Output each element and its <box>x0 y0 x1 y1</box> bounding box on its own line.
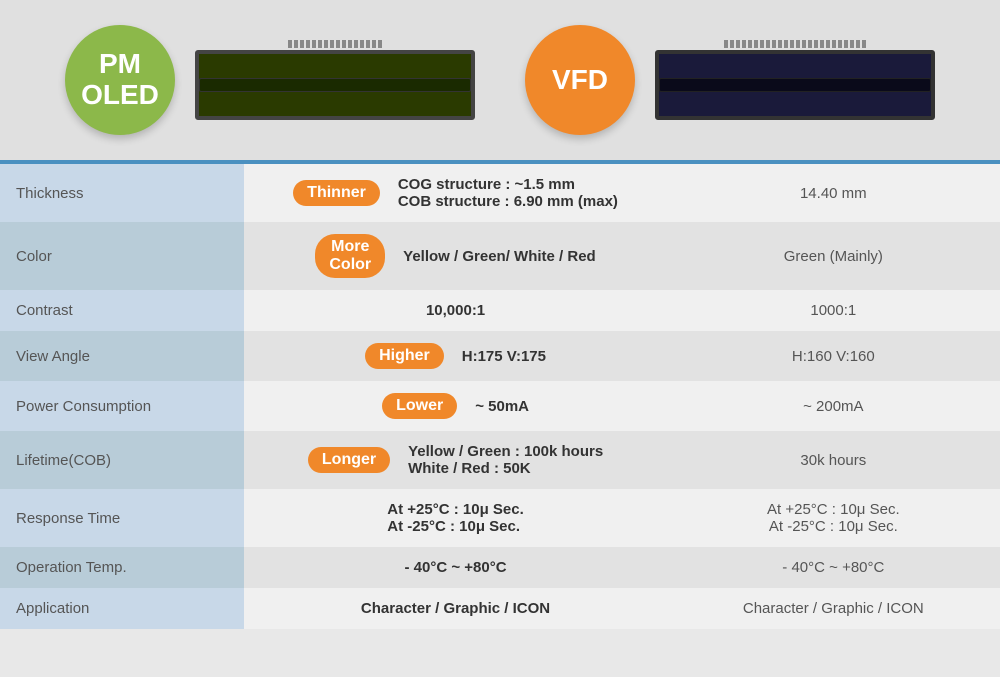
oled-module <box>195 50 475 120</box>
pm-oled-badge: PMOLED <box>65 25 175 135</box>
advantage-badge-4: Lower <box>382 393 457 419</box>
feature-cell-7: Operation Temp. <box>0 547 244 588</box>
feature-cell-3: View Angle <box>0 331 244 381</box>
feature-cell-6: Response Time <box>0 489 244 547</box>
vfd-value-cell-5: 30k hours <box>667 431 1000 489</box>
oled-value-text-6: At +25°C : 10μ Sec. At -25°C : 10μ Sec. <box>387 501 524 535</box>
header-section: PMOLED VFD <box>0 0 1000 160</box>
vfd-value-cell-4: ~ 200mA <box>667 381 1000 431</box>
vfd-section: VFD <box>525 25 935 135</box>
vfd-value-cell-2: 1000:1 <box>667 290 1000 331</box>
oled-value-cell-1: More Color Yellow / Green/ White / Red <box>244 222 666 290</box>
vfd-top-pins <box>724 40 866 48</box>
oled-value-text-2: 10,000:1 <box>426 302 485 319</box>
oled-value-cell-2: 10,000:1 <box>244 290 666 331</box>
oled-top-pins <box>288 40 382 48</box>
oled-value-text-1: Yellow / Green/ White / Red <box>403 248 596 265</box>
oled-value-text-3: H:175 V:175 <box>462 348 546 365</box>
vfd-module-wrapper <box>655 40 935 120</box>
advantage-badge-3: Higher <box>365 343 444 369</box>
feature-cell-2: Contrast <box>0 290 244 331</box>
oled-value-cell-5: Longer Yellow / Green : 100k hours White … <box>244 431 666 489</box>
oled-value-cell-0: Thinner COG structure : ~1.5 mm COB struc… <box>244 164 666 222</box>
vfd-module <box>655 50 935 120</box>
feature-cell-5: Lifetime(COB) <box>0 431 244 489</box>
oled-module-wrapper <box>195 40 475 120</box>
feature-cell-0: Thickness <box>0 164 244 222</box>
feature-cell-4: Power Consumption <box>0 381 244 431</box>
oled-value-text-0: COG structure : ~1.5 mm COB structure : … <box>398 176 618 210</box>
vfd-value-cell-7: - 40°C ~ +80°C <box>667 547 1000 588</box>
oled-value-cell-6: At +25°C : 10μ Sec. At -25°C : 10μ Sec. <box>244 489 666 547</box>
oled-value-cell-7: - 40°C ~ +80°C <box>244 547 666 588</box>
feature-cell-8: Application <box>0 588 244 629</box>
vfd-screen <box>659 78 931 92</box>
pm-oled-section: PMOLED <box>65 25 475 135</box>
advantage-badge-0: Thinner <box>293 180 380 206</box>
feature-cell-1: Color <box>0 222 244 290</box>
oled-value-text-4: ~ 50mA <box>475 398 529 415</box>
vfd-value-cell-0: 14.40 mm <box>667 164 1000 222</box>
oled-value-text-8: Character / Graphic / ICON <box>361 600 550 617</box>
vfd-value-cell-1: Green (Mainly) <box>667 222 1000 290</box>
vfd-badge: VFD <box>525 25 635 135</box>
vfd-value-cell-3: H:160 V:160 <box>667 331 1000 381</box>
advantage-badge-5: Longer <box>308 447 390 473</box>
oled-value-cell-3: Higher H:175 V:175 <box>244 331 666 381</box>
oled-value-text-7: - 40°C ~ +80°C <box>405 559 507 576</box>
oled-value-cell-4: Lower ~ 50mA <box>244 381 666 431</box>
vfd-value-cell-6: At +25°C : 10μ Sec. At -25°C : 10μ Sec. <box>667 489 1000 547</box>
oled-value-cell-8: Character / Graphic / ICON <box>244 588 666 629</box>
comparison-table: Thickness Thinner COG structure : ~1.5 mm … <box>0 164 1000 629</box>
oled-value-text-5: Yellow / Green : 100k hours White / Red … <box>408 443 603 477</box>
advantage-badge-1: More Color <box>315 234 385 278</box>
oled-screen <box>199 78 471 92</box>
vfd-value-cell-8: Character / Graphic / ICON <box>667 588 1000 629</box>
